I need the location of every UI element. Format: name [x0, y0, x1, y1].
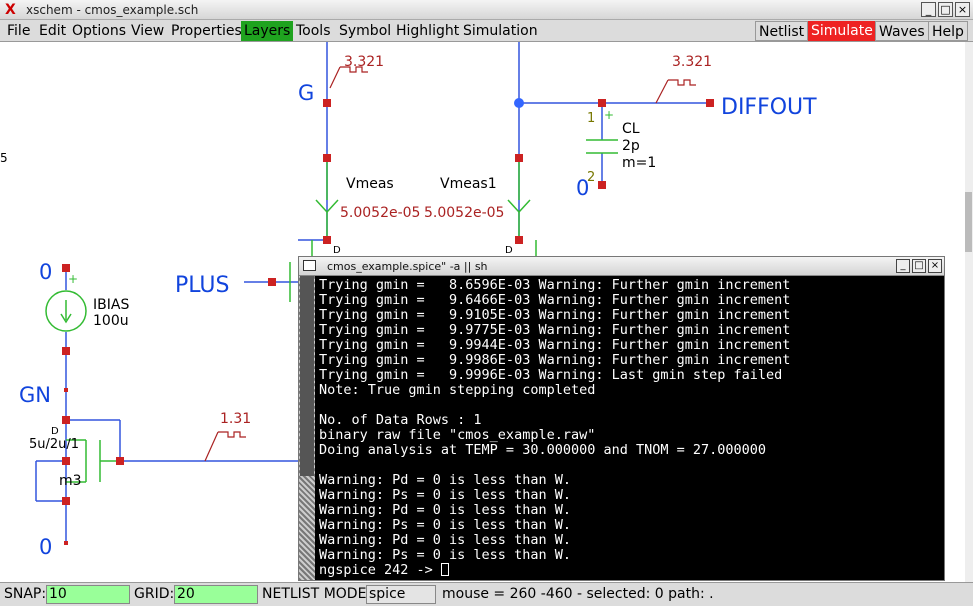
menu-symbol[interactable]: Symbol [336, 21, 394, 41]
terminal-minimize-button[interactable]: _ [896, 259, 910, 273]
drain-mark-right: D [505, 245, 513, 256]
vmeas-name: Vmeas [346, 176, 394, 192]
ibias-name: IBIAS [93, 297, 129, 313]
ngspice-terminal-window[interactable]: cmos_example.spice" -a || sh _ □ × Tryin… [298, 256, 945, 581]
terminal-line: Trying gmin = 9.9944E-03 Warning: Furthe… [319, 337, 791, 353]
m3-drain: D [51, 426, 59, 437]
cl-value: 2p [622, 138, 640, 154]
net-label-ground-m3[interactable]: 0 [39, 535, 52, 559]
probe-diffout-value: 3.321 [672, 54, 712, 70]
edge-mark: 5 [0, 151, 8, 165]
netlist-button[interactable]: Netlist [755, 21, 809, 41]
minimize-button[interactable]: _ [921, 2, 936, 17]
netlist-mode-label: NETLIST MODE: [262, 586, 372, 602]
junction-dot [514, 98, 524, 108]
window-title: xschem - cmos_example.sch [26, 3, 199, 17]
terminal-line: No. of Data Rows : 1 [319, 412, 482, 428]
ibias-plus: + [68, 272, 78, 286]
terminal-icon [303, 260, 316, 271]
vmeas-value: 5.0052e-05 [340, 205, 420, 221]
net-label-gn[interactable]: GN [19, 383, 51, 407]
cl-pin1: 1 [587, 111, 595, 126]
terminal-line: Warning: Pd = 0 is less than W. [319, 532, 571, 548]
terminal-line: Trying gmin = 9.9986E-03 Warning: Furthe… [319, 352, 791, 368]
help-button[interactable]: Help [928, 21, 968, 41]
terminal-line: Note: True gmin stepping completed [319, 382, 596, 398]
net-label-ground-ibias[interactable]: 0 [39, 260, 52, 284]
probe-gn-value: 1.31 [220, 411, 251, 427]
terminal-line: Trying gmin = 9.9775E-03 Warning: Furthe… [319, 322, 791, 338]
terminal-line: Warning: Ps = 0 is less than W. [319, 547, 571, 563]
cl-mult: m=1 [622, 155, 656, 171]
terminal-maximize-button[interactable]: □ [912, 259, 926, 273]
grid-label: GRID: [134, 586, 175, 602]
simulate-button[interactable]: Simulate [808, 21, 876, 41]
menu-view[interactable]: View [128, 21, 167, 41]
probe-g-value: 3.321 [344, 54, 384, 70]
terminal-title-bar[interactable]: cmos_example.spice" -a || sh _ □ × [299, 257, 944, 276]
menu-properties[interactable]: Properties [168, 21, 245, 41]
m3-size: 5u/2u/1 [29, 437, 79, 452]
snap-label: SNAP: [4, 586, 47, 602]
terminal-cursor [440, 563, 449, 576]
terminal-prompt: ngspice 242 -> [319, 562, 441, 578]
cl-plus: + [604, 108, 614, 122]
drain-mark-left: D [333, 245, 341, 256]
terminal-line: Doing analysis at TEMP = 30.000000 and T… [319, 442, 767, 458]
terminal-line: Warning: Pd = 0 is less than W. [319, 472, 571, 488]
mouse-info: mouse = 260 -460 - selected: 0 path: . [442, 586, 714, 602]
grid-input[interactable]: 20 [174, 585, 258, 604]
menu-tools[interactable]: Tools [293, 21, 334, 41]
menu-file[interactable]: File [4, 21, 33, 41]
menu-layers[interactable]: Layers [241, 21, 294, 41]
ibias-value: 100u [93, 313, 129, 329]
terminal-scroll-thumb[interactable] [300, 276, 314, 476]
m3-name: m3 [59, 473, 82, 489]
menu-edit[interactable]: Edit [36, 21, 69, 41]
menu-simulation[interactable]: Simulation [460, 21, 541, 41]
terminal-close-button[interactable]: × [928, 259, 942, 273]
net-label-plus[interactable]: PLUS [175, 273, 230, 298]
cl-pin2: 2 [587, 170, 595, 185]
xschem-logo-icon: X [5, 2, 16, 18]
snap-input[interactable]: 10 [46, 585, 130, 604]
terminal-scrollbar[interactable] [299, 276, 315, 580]
terminal-line: Warning: Ps = 0 is less than W. [319, 517, 571, 533]
terminal-prompt-line[interactable]: ngspice 242 -> [319, 563, 939, 578]
vmeas1-value: 5.0052e-05 [424, 205, 504, 221]
menu-options[interactable]: Options [69, 21, 129, 41]
terminal-line: Warning: Pd = 0 is less than W. [319, 502, 571, 518]
net-label-diffout[interactable]: DIFFOUT [721, 95, 817, 120]
terminal-line: Trying gmin = 8.6596E-03 Warning: Furthe… [319, 277, 791, 293]
terminal-line: ​ [319, 398, 939, 413]
terminal-line: binary raw file "cmos_example.raw" [319, 427, 596, 443]
waves-button[interactable]: Waves [875, 21, 929, 41]
canvas-scrollbar[interactable] [965, 42, 973, 582]
net-label-g[interactable]: G [298, 81, 314, 105]
terminal-line: Trying gmin = 9.9996E-03 Warning: Last g… [319, 367, 783, 383]
terminal-controls: _ □ × [896, 259, 942, 273]
terminal-title: cmos_example.spice" -a || sh [327, 260, 488, 273]
terminal-line: ​ [319, 458, 939, 473]
maximize-button[interactable]: □ [938, 2, 953, 17]
status-bar: SNAP: 10 GRID: 20 NETLIST MODE: spice mo… [0, 582, 973, 606]
close-button[interactable]: × [955, 2, 970, 17]
terminal-line: Trying gmin = 9.6466E-03 Warning: Furthe… [319, 292, 791, 308]
title-bar: X xschem - cmos_example.sch _ □ × [0, 0, 973, 20]
window-controls: _ □ × [921, 2, 970, 17]
cl-name: CL [622, 121, 640, 137]
menu-bar: File Edit Options View Properties Layers… [0, 20, 973, 42]
canvas-scroll-thumb[interactable] [965, 192, 972, 252]
terminal-line: Warning: Ps = 0 is less than W. [319, 487, 571, 503]
terminal-output[interactable]: Trying gmin = 8.6596E-03 Warning: Furthe… [319, 278, 939, 580]
vmeas1-name: Vmeas1 [440, 176, 497, 192]
netlist-mode-field[interactable]: spice [366, 585, 436, 604]
terminal-line: Trying gmin = 9.9105E-03 Warning: Furthe… [319, 307, 791, 323]
menu-highlight[interactable]: Highlight [393, 21, 462, 41]
